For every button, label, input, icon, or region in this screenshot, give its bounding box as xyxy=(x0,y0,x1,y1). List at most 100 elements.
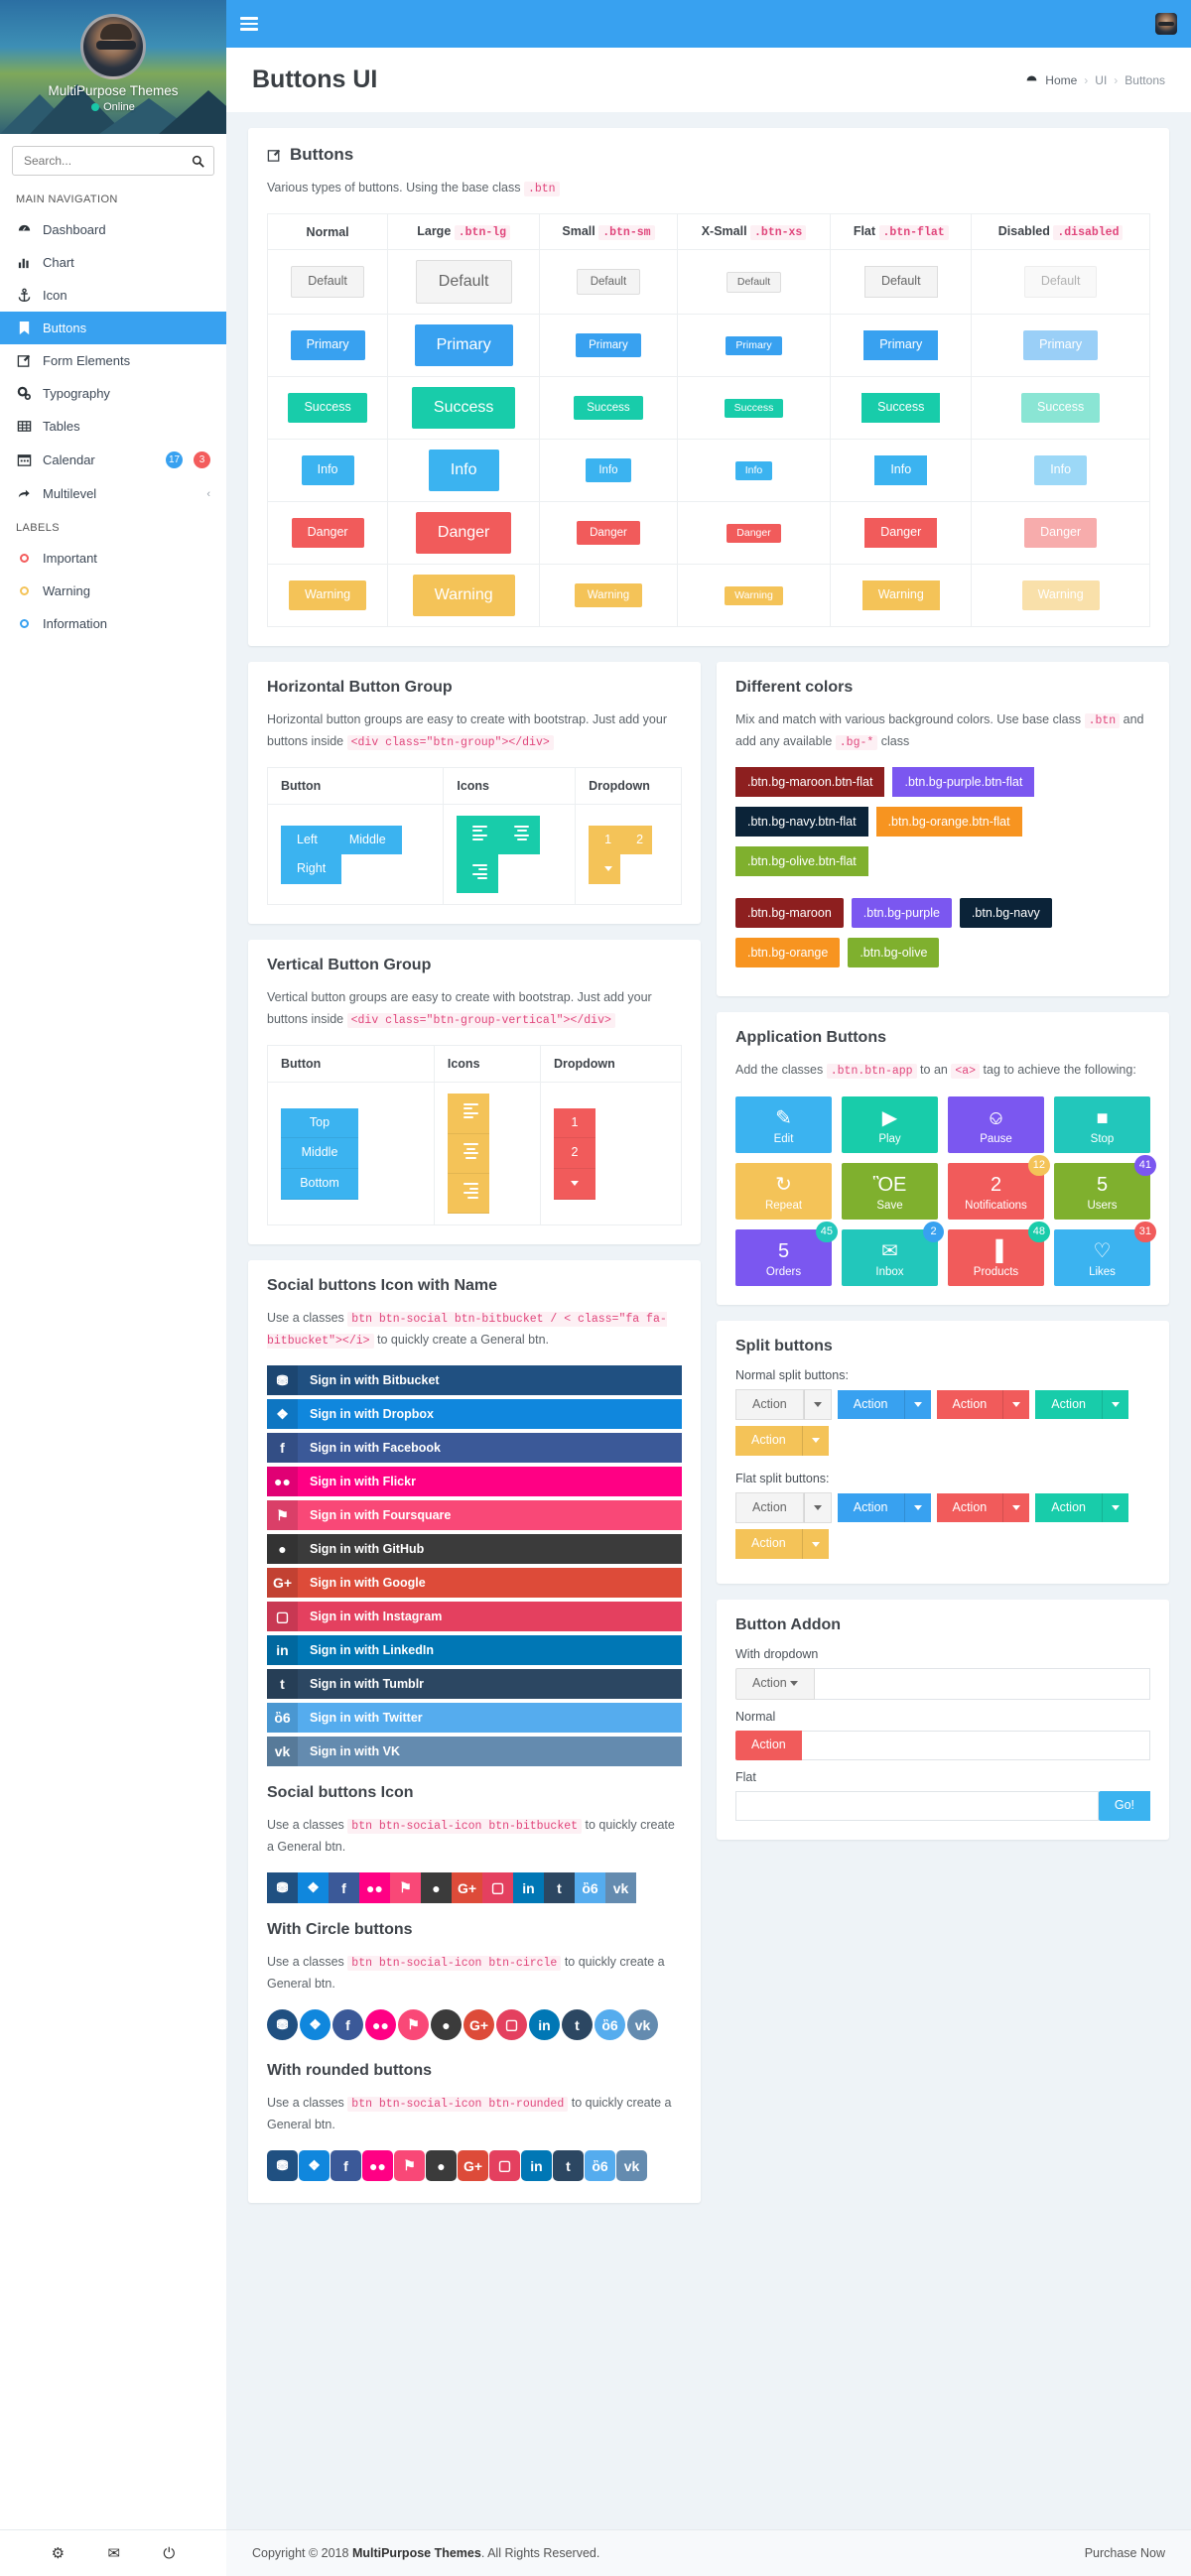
btn-primary-flat[interactable]: Primary xyxy=(863,330,938,360)
sidebar-item-form-elements[interactable]: Form Elements xyxy=(0,344,226,377)
addon-dropdown-button[interactable]: Action xyxy=(735,1668,815,1700)
social-button-instagram[interactable]: ▢ Sign in with Instagram xyxy=(267,1602,682,1631)
btn-primary-small[interactable]: Primary xyxy=(576,333,641,357)
social-icon-linkedin[interactable]: in xyxy=(529,2009,560,2040)
purchase-now-link[interactable]: Purchase Now xyxy=(1085,2546,1165,2560)
split-toggle-button[interactable] xyxy=(1002,1390,1029,1420)
btn-default-normal[interactable]: Default xyxy=(291,266,364,298)
social-icon-facebook[interactable]: f xyxy=(332,2009,363,2040)
social-button-bitbucket[interactable]: ⛃ Sign in with Bitbucket xyxy=(267,1365,682,1395)
social-icon-vk[interactable]: vk xyxy=(627,2009,658,2040)
split-action-button[interactable]: Action xyxy=(937,1390,1003,1420)
app-button-repeat[interactable]: ↻ Repeat xyxy=(735,1163,832,1220)
split-action-button[interactable]: Action xyxy=(937,1493,1003,1523)
search-icon[interactable] xyxy=(192,155,204,168)
social-icon-tumblr[interactable]: t xyxy=(553,2150,584,2181)
split-toggle-button[interactable] xyxy=(802,1529,829,1559)
social-icon-instagram[interactable]: ▢ xyxy=(496,2009,527,2040)
btn-default-large[interactable]: Default xyxy=(416,260,512,304)
btn-danger-flat[interactable]: Danger xyxy=(864,518,937,548)
social-icon-foursquare[interactable]: ⚑ xyxy=(390,1872,421,1903)
split-action-button[interactable]: Action xyxy=(735,1426,802,1456)
color-button[interactable]: .btn.bg-navy.btn-flat xyxy=(735,807,868,837)
color-button[interactable]: .btn.bg-purple xyxy=(852,898,952,928)
social-icon-vk[interactable]: vk xyxy=(605,1872,636,1903)
btn-primary-large[interactable]: Primary xyxy=(415,324,513,366)
align-center-button[interactable] xyxy=(448,1134,489,1174)
app-button-inbox[interactable]: ✉ Inbox 2 xyxy=(842,1229,938,1286)
btn-info-x-small[interactable]: Info xyxy=(735,461,773,480)
envelope-icon[interactable]: ✉ xyxy=(107,2544,120,2562)
app-button-users[interactable]: ὆5 Users 41 xyxy=(1054,1163,1150,1220)
split-toggle-button[interactable] xyxy=(1102,1390,1128,1420)
split-action-button[interactable]: Action xyxy=(1035,1493,1102,1523)
sidebar-item-chart[interactable]: Chart xyxy=(0,246,226,279)
social-button-linkedin[interactable]: in Sign in with LinkedIn xyxy=(267,1635,682,1665)
app-button-orders[interactable]: ὎5 Orders 45 xyxy=(735,1229,832,1286)
color-button[interactable]: .btn.bg-olive xyxy=(848,938,939,967)
sidebar-item-icon[interactable]: Icon xyxy=(0,279,226,312)
app-button-stop[interactable]: ■ Stop xyxy=(1054,1096,1150,1153)
split-toggle-button[interactable] xyxy=(904,1493,931,1523)
sidebar-label-warning[interactable]: Warning xyxy=(0,575,226,607)
align-center-button[interactable] xyxy=(498,816,540,854)
btn-middle[interactable]: Middle xyxy=(281,1138,358,1169)
social-icon-dropbox[interactable]: ❖ xyxy=(298,1872,329,1903)
split-toggle-button[interactable] xyxy=(802,1426,829,1456)
dropdown-item-2[interactable]: 2 xyxy=(620,826,652,855)
split-action-button[interactable]: Action xyxy=(735,1492,804,1524)
dropdown-item-1[interactable]: 1 xyxy=(554,1108,596,1139)
btn-warning-small[interactable]: Warning xyxy=(575,583,642,607)
align-right-button[interactable] xyxy=(448,1174,489,1214)
social-button-flickr[interactable]: ●● Sign in with Flickr xyxy=(267,1467,682,1496)
social-button-dropbox[interactable]: ❖ Sign in with Dropbox xyxy=(267,1399,682,1429)
breadcrumb-ui[interactable]: UI xyxy=(1095,73,1107,87)
align-left-button[interactable] xyxy=(448,1094,489,1133)
power-icon[interactable]: ⏻ xyxy=(163,2545,175,2562)
social-icon-dropbox[interactable]: ❖ xyxy=(299,2150,330,2181)
sidebar-item-buttons[interactable]: Buttons xyxy=(0,312,226,344)
split-action-button[interactable]: Action xyxy=(838,1390,904,1420)
split-toggle-button[interactable] xyxy=(1102,1493,1128,1523)
social-icon-google-plus[interactable]: G+ xyxy=(452,1872,482,1903)
addon-normal-input[interactable] xyxy=(802,1731,1150,1760)
btn-warning-flat[interactable]: Warning xyxy=(862,580,940,610)
split-action-button[interactable]: Action xyxy=(1035,1390,1102,1420)
search-input[interactable] xyxy=(22,153,192,169)
addon-action-button[interactable]: Action xyxy=(735,1731,802,1760)
color-button[interactable]: .btn.bg-navy xyxy=(960,898,1052,928)
sidebar-item-dashboard[interactable]: Dashboard xyxy=(0,213,226,246)
btn-middle[interactable]: Middle xyxy=(333,826,402,855)
dropdown-item-1[interactable]: 1 xyxy=(589,826,620,855)
btn-default-small[interactable]: Default xyxy=(577,269,640,295)
btn-top[interactable]: Top xyxy=(281,1108,358,1139)
social-icon-linkedin[interactable]: in xyxy=(521,2150,552,2181)
social-button-github[interactable]: ● Sign in with GitHub xyxy=(267,1534,682,1564)
split-action-button[interactable]: Action xyxy=(735,1389,804,1421)
social-icon-instagram[interactable]: ▢ xyxy=(482,1872,513,1903)
social-button-vk[interactable]: vk Sign in with VK xyxy=(267,1737,682,1766)
split-toggle-button[interactable] xyxy=(804,1389,832,1421)
btn-primary-normal[interactable]: Primary xyxy=(291,330,365,360)
social-button-foursquare[interactable]: ⚑ Sign in with Foursquare xyxy=(267,1500,682,1530)
split-toggle-button[interactable] xyxy=(1002,1493,1029,1523)
color-button[interactable]: .btn.bg-orange xyxy=(735,938,840,967)
app-button-products[interactable]: ▐ Products 48 xyxy=(948,1229,1044,1286)
color-button[interactable]: .btn.bg-olive.btn-flat xyxy=(735,846,868,876)
btn-default-x-small[interactable]: Default xyxy=(727,272,781,293)
btn-left[interactable]: Left xyxy=(281,826,333,855)
app-button-pause[interactable]: ⎉ Pause xyxy=(948,1096,1044,1153)
btn-success-large[interactable]: Success xyxy=(412,387,515,429)
split-toggle-button[interactable] xyxy=(904,1390,931,1420)
social-icon-bitbucket[interactable]: ⛃ xyxy=(267,2150,298,2181)
split-toggle-button[interactable] xyxy=(804,1492,832,1524)
btn-danger-x-small[interactable]: Danger xyxy=(727,524,780,543)
btn-warning-large[interactable]: Warning xyxy=(413,575,515,616)
sidebar-item-tables[interactable]: Tables xyxy=(0,410,226,443)
social-icon-facebook[interactable]: f xyxy=(329,1872,359,1903)
btn-danger-large[interactable]: Danger xyxy=(416,512,511,554)
breadcrumb-home[interactable]: Home xyxy=(1045,73,1077,87)
dropdown-toggle-button[interactable] xyxy=(554,1169,596,1200)
gear-icon[interactable]: ⚙ xyxy=(52,2544,65,2562)
social-icon-twitter[interactable]: ὂ6 xyxy=(575,1872,605,1903)
